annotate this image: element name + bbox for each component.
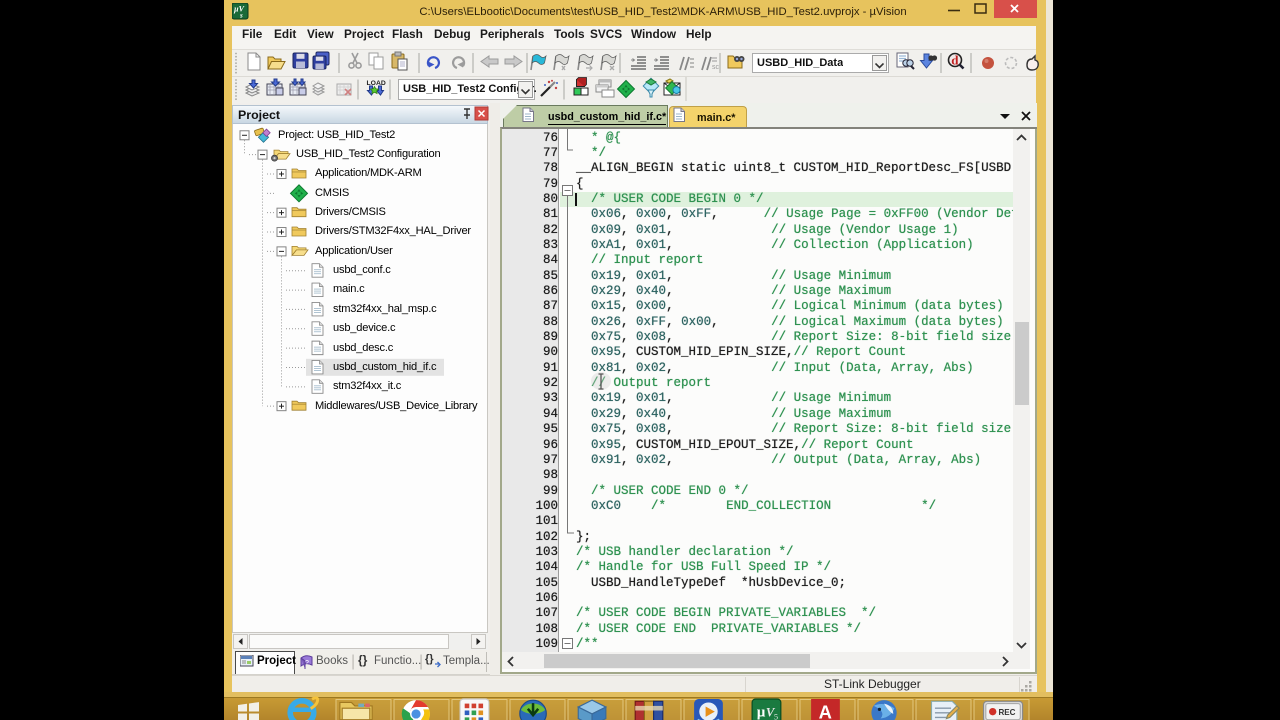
svg-text:5: 5 <box>774 713 778 720</box>
svg-text:A: A <box>819 702 832 720</box>
svg-text:µ: µ <box>757 704 766 720</box>
svg-text:REC: REC <box>998 708 1015 717</box>
